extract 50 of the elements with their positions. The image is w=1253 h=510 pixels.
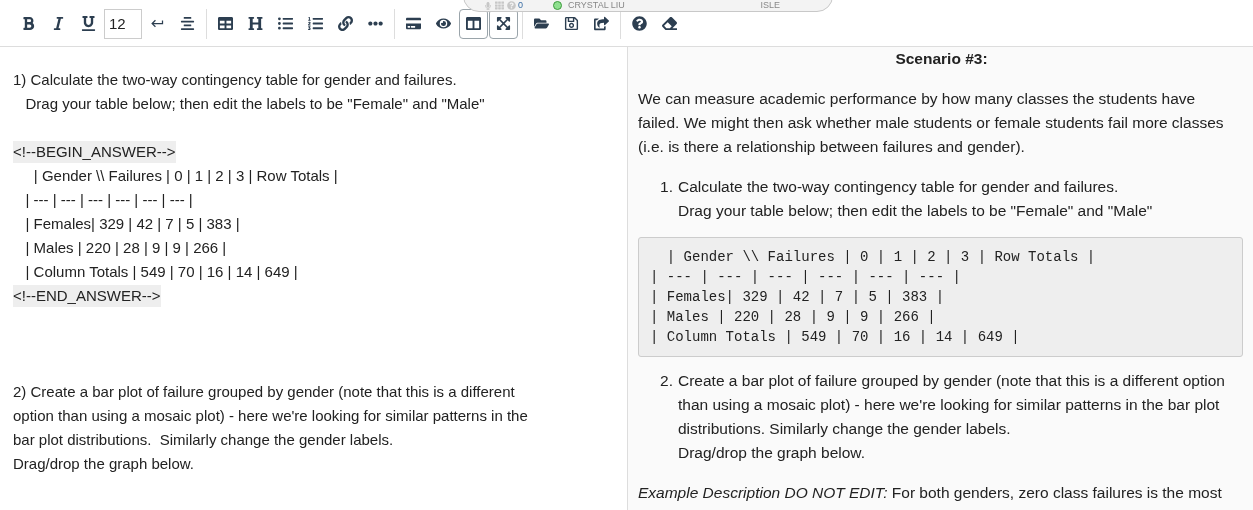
table-icon (218, 16, 233, 31)
editor-line: | Gender \\ Failures | 0 | 1 | 2 | 3 | Row Totals | (32, 165, 338, 186)
bullet-list-icon (278, 16, 293, 31)
item-number: 2. (659, 371, 674, 391)
save-icon (564, 16, 579, 31)
item-text: Calculate the two-way contingency table for gender and failures. (678, 177, 1120, 197)
share-icon (594, 16, 609, 31)
code-line: | Females| 329 | 42 | 7 | 5 | 383 | (650, 288, 946, 307)
answer-marker: <!--END_ANSWER--> (13, 284, 161, 308)
user-name: CRYSTAL LIU (568, 1, 625, 10)
code-line: | Column Totals | 549 | 70 | 16 | 14 | 649 | (650, 328, 1021, 347)
code-line: | Gender \\ Failures | 0 | 1 | 2 | 3 | Row Totals | (665, 248, 1097, 267)
editor-line: | Column Totals | 549 | 70 | 16 | 14 | 649 | (24, 261, 298, 282)
answer-marker: <!--BEGIN_ANSWER--> (13, 140, 176, 164)
editor-line: Drag your table below; then edit the labels to be "Female" and "Male" (24, 93, 485, 114)
example-description: Example Description DO NOT EDIT: For both genders, zero class failures is the most (638, 483, 1223, 503)
scenario-title: Scenario #3: (894, 49, 989, 69)
split-view-button[interactable] (459, 8, 488, 39)
item-number: 1. (659, 177, 674, 197)
code-line: | Males | 220 | 28 | 9 | 9 | 266 | (650, 308, 937, 327)
intro-paragraph: We can measure academic performance by how many classes the students have failed. We might then ask whether male students or female students fail more classes (i.e. is there a relationship between failures and gender). (638, 89, 1225, 157)
editor-line: | Males | 220 | 28 | 9 | 9 | 266 | (24, 237, 227, 258)
editor-line: 1) Calculate the two-way contingency table for gender and failures. (13, 69, 457, 90)
eraser-icon (662, 16, 677, 31)
editor-line: Drag/drop the graph below. (13, 453, 194, 474)
eye-icon (436, 16, 451, 31)
help-icon (632, 16, 647, 31)
italic-icon (51, 16, 66, 31)
editor-line: 2) Create a bar plot of failure grouped by gender (note that this is a different (13, 381, 515, 402)
columns-icon (466, 16, 481, 31)
heading-icon (248, 16, 263, 31)
centered-lines-icon (180, 16, 195, 31)
count-label: 0 (518, 1, 523, 10)
editor-line: bar plot distributions. Similarly change the gender labels. (13, 429, 394, 450)
app-name: ISLE (760, 1, 780, 10)
code-line: | --- | --- | --- | --- | --- | --- | (650, 268, 962, 287)
item-text: Drag/drop the graph below. (678, 443, 866, 463)
expand-icon (496, 16, 511, 31)
folder-icon (534, 16, 549, 31)
item-text: Drag your table below; then edit the labels to be "Female" and "Male" (678, 201, 1154, 221)
numbered-list-icon (308, 16, 323, 31)
editor-line: option than using a mosaic plot) - here we're looking for similar patterns in the (13, 405, 528, 426)
link-icon (338, 16, 353, 31)
editor-line: | --- | --- | --- | --- | --- | --- | (24, 189, 193, 210)
font-size-field[interactable]: 12 (104, 8, 142, 39)
item-text: Create a bar plot of failure grouped by gender (note that this is a different option than using a mosaic plot) - here we're looking for similar patterns in the bar plot distributions. Similarly change the gender labels. (678, 371, 1226, 439)
editor-line: | Females| 329 | 42 | 7 | 5 | 383 | (24, 213, 240, 234)
underline-icon (81, 16, 96, 31)
bold-icon (21, 16, 36, 31)
card-icon (406, 16, 421, 31)
